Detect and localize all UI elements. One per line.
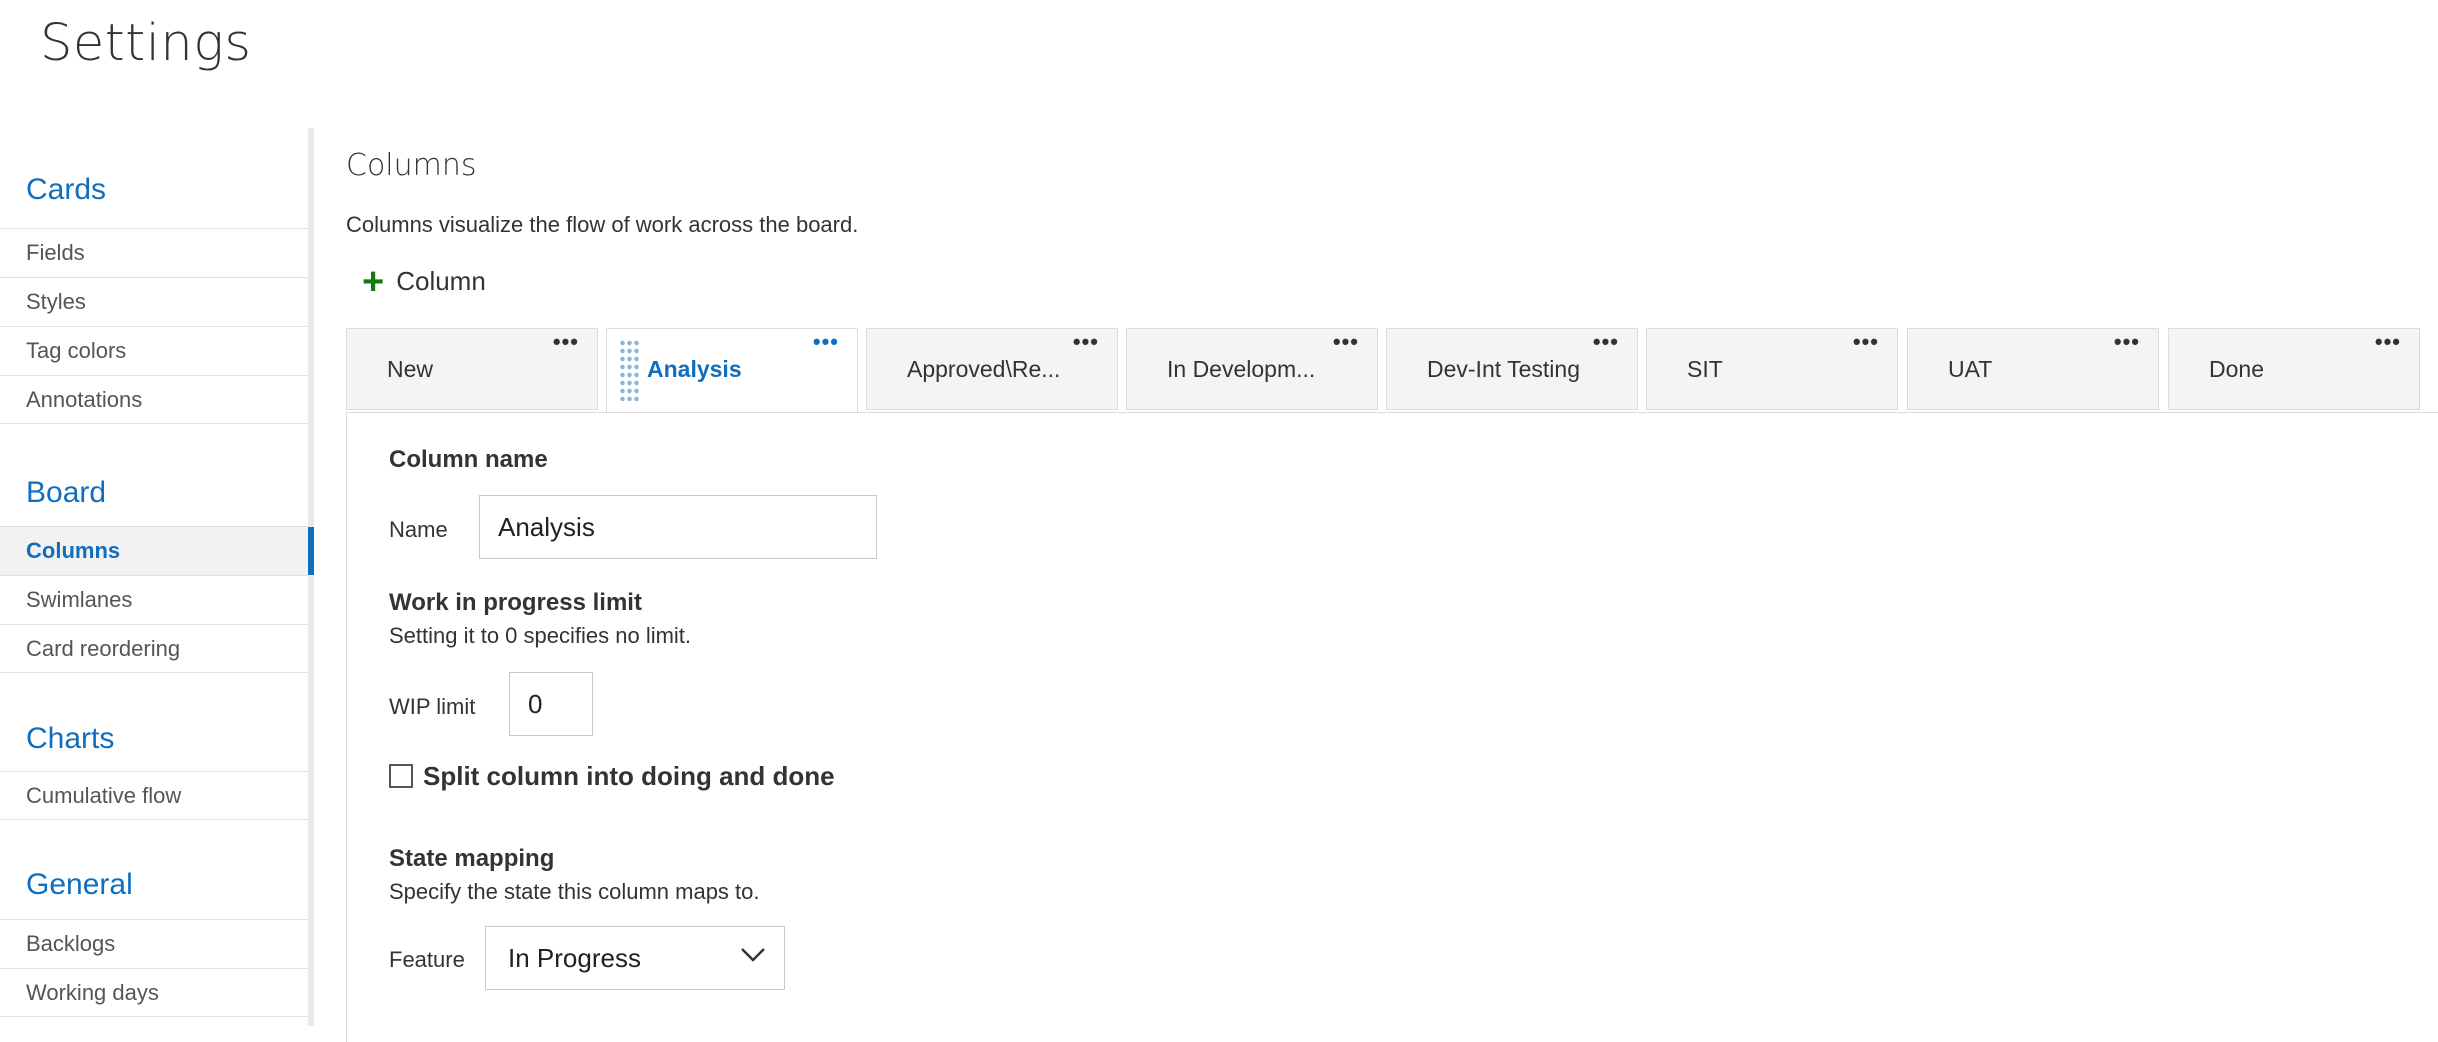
column-name-input[interactable]: Analysis — [479, 495, 877, 559]
section-heading: Columns — [346, 148, 477, 183]
wip-limit-input[interactable]: 0 — [509, 672, 593, 736]
state-mapping-hint: Specify the state this column maps to. — [389, 879, 760, 904]
state-mapping-heading: State mapping — [389, 845, 555, 872]
column-name-heading: Column name — [389, 446, 548, 473]
wip-hint: Setting it to 0 specifies no limit. — [389, 623, 692, 648]
more-options-icon[interactable]: ••• — [1593, 329, 1619, 355]
split-column-checkbox[interactable] — [389, 764, 413, 788]
section-title-general: General — [26, 868, 133, 901]
section-title-cards: Cards — [26, 173, 107, 206]
feature-state-value: In Progress — [508, 942, 641, 973]
chevron-down-icon — [741, 948, 765, 962]
feature-label: Feature — [389, 947, 465, 972]
section-description: Columns visualize the flow of work acros… — [346, 212, 859, 237]
sidebar-item-card-reordering[interactable]: Card reordering — [0, 624, 308, 673]
tab-label: SIT — [1687, 356, 1723, 382]
more-options-icon[interactable]: ••• — [1073, 329, 1099, 355]
sidebar-item-tag-colors[interactable]: Tag colors — [0, 326, 308, 375]
wip-heading: Work in progress limit — [389, 589, 642, 616]
tab-dev-int-testing[interactable]: Dev-Int Testing ••• — [1386, 328, 1638, 410]
tab-label: UAT — [1948, 356, 1993, 382]
settings-sidebar: Cards Fields Styles Tag colors Annotatio… — [0, 128, 314, 1026]
more-options-icon[interactable]: ••• — [553, 329, 579, 355]
tab-label: New — [387, 356, 434, 382]
tab-sit[interactable]: SIT ••• — [1646, 328, 1898, 410]
sidebar-item-swimlanes[interactable]: Swimlanes — [0, 575, 308, 624]
column-tabs: New ••• Analysis ••• Approved\Re... ••• … — [346, 328, 2438, 412]
tab-label: Dev-Int Testing — [1427, 356, 1580, 382]
tab-analysis[interactable]: Analysis ••• — [606, 328, 858, 412]
sidebar-item-backlogs[interactable]: Backlogs — [0, 919, 308, 968]
tab-label: Done — [2209, 356, 2264, 382]
tab-uat[interactable]: UAT ••• — [1907, 328, 2159, 410]
tab-label: Analysis — [647, 356, 742, 382]
plus-icon: + — [362, 260, 385, 303]
sidebar-item-fields[interactable]: Fields — [0, 228, 308, 277]
tab-label: Approved\Re... — [907, 356, 1061, 382]
feature-state-dropdown[interactable]: In Progress — [485, 926, 785, 990]
add-column-button[interactable]: + Column — [362, 260, 486, 303]
tab-label: In Developm... — [1167, 356, 1316, 382]
tab-approved[interactable]: Approved\Re... ••• — [866, 328, 1118, 410]
split-column-label[interactable]: Split column into doing and done — [423, 761, 835, 792]
more-options-icon[interactable]: ••• — [1853, 329, 1879, 355]
more-options-icon[interactable]: ••• — [1333, 329, 1359, 355]
page-title: Settings — [40, 14, 252, 73]
more-options-icon[interactable]: ••• — [2114, 329, 2140, 355]
add-column-label: Column — [396, 266, 486, 296]
sidebar-item-cumulative-flow[interactable]: Cumulative flow — [0, 771, 308, 820]
sidebar-item-columns[interactable]: Columns — [0, 526, 314, 575]
wip-limit-label: WIP limit — [389, 694, 476, 719]
more-options-icon[interactable]: ••• — [2375, 329, 2401, 355]
sidebar-item-styles[interactable]: Styles — [0, 277, 308, 326]
name-label: Name — [389, 517, 448, 542]
tab-in-development[interactable]: In Developm... ••• — [1126, 328, 1378, 410]
drag-handle-icon[interactable] — [619, 339, 639, 401]
more-options-icon[interactable]: ••• — [813, 329, 839, 355]
section-title-board: Board — [26, 476, 107, 509]
section-title-charts: Charts — [26, 722, 115, 755]
sidebar-item-annotations[interactable]: Annotations — [0, 375, 308, 424]
column-settings-panel: Column name Name Analysis Work in progre… — [346, 412, 2438, 1042]
tab-new[interactable]: New ••• — [346, 328, 598, 410]
sidebar-item-working-days[interactable]: Working days — [0, 968, 308, 1017]
sidebar-scroll-rail — [308, 128, 314, 1026]
tab-done[interactable]: Done ••• — [2168, 328, 2420, 410]
